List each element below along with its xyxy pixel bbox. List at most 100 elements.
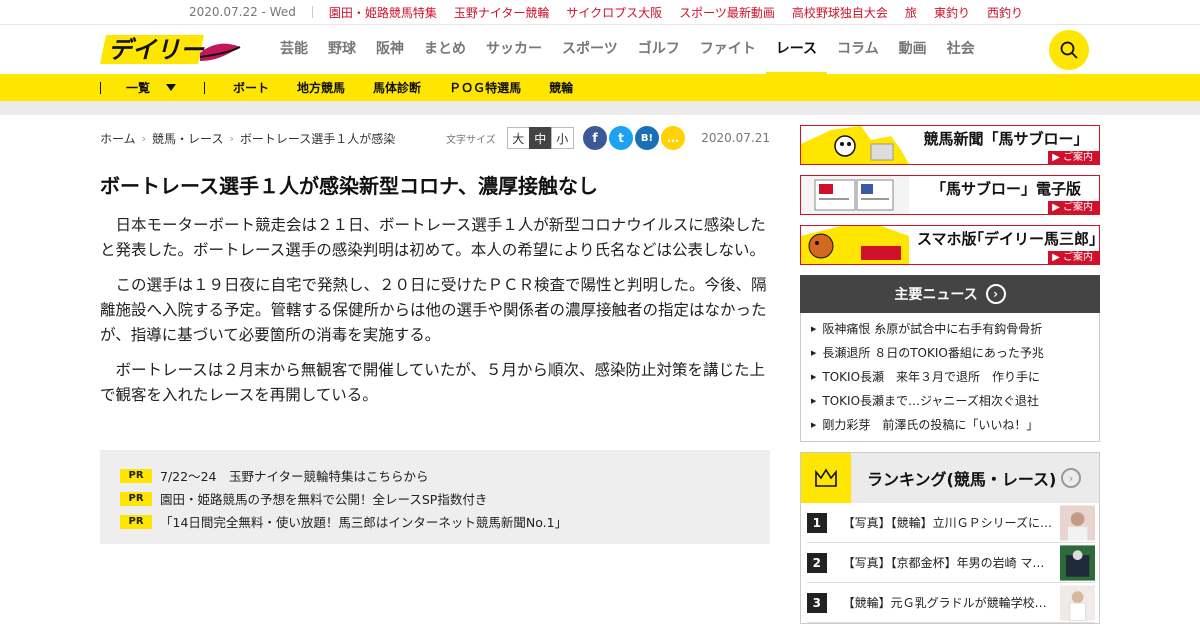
divider xyxy=(100,81,101,94)
pr-box: PR 7/22～24 玉野ナイター競輪特集はこちらから PR 園田・姫路競馬の予… xyxy=(100,450,770,544)
horse-mascot-icon xyxy=(801,126,909,164)
pr-link-text: 園田・姫路競馬の予想を無料で公開！全レースSP指数付き xyxy=(160,492,488,507)
feature-link-east-fishing[interactable]: 東釣り xyxy=(934,4,970,21)
breadcrumb-current: ボートレース選手１人が感染 xyxy=(239,131,396,146)
main-nav: 芸能 野球 阪神 まとめ サッカー スポーツ ゴルフ ファイト レース コラム … xyxy=(270,25,985,75)
news-item[interactable]: 阪神痛恨 糸原が試合中に右手有鈎骨骨折 xyxy=(811,317,1099,341)
article-title: ボートレース選手１人が感染新型コロナ、濃厚接触なし xyxy=(100,174,598,198)
twitter-share-button[interactable]: t xyxy=(609,126,633,150)
ranking-item[interactable]: 2 【写真】【京都金杯】年男の岩崎 マ… xyxy=(807,543,1095,583)
feature-links: 園田・姫路競馬特集 玉野ナイター競輪 サイクロプス大阪 スポーツ最新動画 高校野… xyxy=(329,4,1040,21)
ranking-thumbnail xyxy=(1059,504,1095,541)
banner-cta: ▶ ご案内 xyxy=(1048,201,1099,214)
share-buttons: f t B! … xyxy=(583,125,685,151)
nav-column[interactable]: コラム xyxy=(827,25,889,75)
font-size-switcher: 文字サイズ 大 中 小 xyxy=(446,125,574,151)
chevron-right-icon: › xyxy=(985,284,1006,304)
subnav-all-label: 一覧 xyxy=(126,81,151,95)
ranking-text: 【写真】【競輪】立川ＧＰシリーズに… xyxy=(842,516,1052,530)
nav-baseball[interactable]: 野球 xyxy=(318,25,366,75)
nav-golf[interactable]: ゴルフ xyxy=(628,25,690,75)
news-item[interactable]: 剛力彩芽 前澤氏の投稿に「いいね！」 xyxy=(811,413,1099,437)
article-paragraph: 日本モーターボート競走会は２１日、ボートレース選手１人が新型コロナウイルスに感染… xyxy=(100,216,766,259)
pr-link-text: 「14日間完全無料・使い放題！馬三郎はインターネット競馬新聞No.1」 xyxy=(160,515,568,530)
ranking-heading[interactable]: ランキング(競馬・レース) › xyxy=(801,453,1099,503)
font-size-small[interactable]: 小 xyxy=(550,127,574,149)
feature-link-cyclops[interactable]: サイクロプス大阪 xyxy=(566,4,662,21)
banner-cta: ▶ ご案内 xyxy=(1048,151,1099,164)
subnav-horse-check[interactable]: 馬体診断 xyxy=(373,79,421,96)
news-item[interactable]: 長瀬退所 ８日のTOKIO番組にあった予兆 xyxy=(811,341,1099,365)
major-news-list: 阪神痛恨 糸原が試合中に右手有鈎骨骨折 長瀬退所 ８日のTOKIO番組にあった予… xyxy=(800,313,1100,442)
divider xyxy=(311,6,313,18)
subnav-pog[interactable]: ＰＯＧ特選馬 xyxy=(449,79,521,96)
breadcrumb-home[interactable]: ホーム xyxy=(100,130,136,147)
nav-entertainment[interactable]: 芸能 xyxy=(270,25,318,75)
logo-text: デイリー xyxy=(108,36,205,64)
banner-umasaburo-digital[interactable]: 「馬サブロー」電子版 ▶ ご案内 xyxy=(800,175,1100,215)
ranking-text: 【競輪】元Ｇ乳グラドルが競輪学校合… xyxy=(842,596,1056,610)
nav-matome[interactable]: まとめ xyxy=(414,25,476,75)
sidebar: 競馬新聞「馬サブロー」 ▶ ご案内 「馬サブロー」電子版 ▶ ご案内 スマホ版｢… xyxy=(800,125,1100,624)
sub-nav: 一覧 ボート 地方競馬 馬体診断 ＰＯＧ特選馬 競輪 xyxy=(0,74,1200,101)
ranking-title: ランキング(競馬・レース) xyxy=(867,470,1057,489)
ranking-text: 【写真】【京都金杯】年男の岩崎 マ… xyxy=(842,556,1045,570)
ranking-thumbnail xyxy=(1059,584,1095,621)
chevron-right-icon: › xyxy=(229,131,234,145)
ranking-item[interactable]: 3 【競輪】元Ｇ乳グラドルが競輪学校合… xyxy=(807,583,1095,623)
subnav-all-dropdown[interactable]: 一覧 xyxy=(126,79,177,96)
site-header: デイリー 芸能 野球 阪神 まとめ サッカー スポーツ ゴルフ ファイト レース… xyxy=(0,24,1200,75)
breadcrumb-race[interactable]: 競馬・レース xyxy=(152,130,223,147)
pr-link[interactable]: PR 「14日間完全無料・使い放題！馬三郎はインターネット競馬新聞No.1」 xyxy=(120,510,750,533)
chevron-right-icon: › xyxy=(1061,468,1081,488)
feature-link-video[interactable]: スポーツ最新動画 xyxy=(679,4,775,21)
feature-link-sonoda[interactable]: 園田・姫路競馬特集 xyxy=(329,4,437,21)
article-body: 日本モーターボート競走会は２１日、ボートレース選手１人が新型コロナウイルスに感染… xyxy=(100,213,770,408)
banner-title: スマホ版｢デイリー馬三郎｣ xyxy=(917,230,1097,248)
news-item[interactable]: TOKIO長瀬まで…ジャニーズ相次ぐ退社 xyxy=(811,389,1099,413)
article-paragraph: この選手は１９日夜に自宅で発熱し、２０日に受けたＰＣＲ検査で陽性と判明した。今後… xyxy=(100,276,767,344)
crown-icon xyxy=(801,453,851,503)
today-date: 2020.07.22 - Wed xyxy=(189,5,296,19)
nav-society[interactable]: 社会 xyxy=(937,25,985,75)
pr-link[interactable]: PR 園田・姫路競馬の予想を無料で公開！全レースSP指数付き xyxy=(120,487,750,510)
daily-logo[interactable]: デイリー xyxy=(100,31,242,67)
pr-link-text: 7/22～24 玉野ナイター競輪特集はこちらから xyxy=(160,469,429,484)
banner-cta: ▶ ご案内 xyxy=(1048,251,1099,264)
line-share-button[interactable]: … xyxy=(661,126,685,150)
pr-badge: PR xyxy=(120,514,152,529)
subnav-keirin[interactable]: 競輪 xyxy=(549,79,573,96)
subnav-local-keiba[interactable]: 地方競馬 xyxy=(297,79,345,96)
feature-link-koshien[interactable]: 高校野球独自大会 xyxy=(792,4,888,21)
nav-sports[interactable]: スポーツ xyxy=(552,25,628,75)
nav-fight[interactable]: ファイト xyxy=(690,25,766,75)
major-news-heading[interactable]: 主要ニュース › xyxy=(800,275,1100,313)
banner-smartphone-umasaburo[interactable]: スマホ版｢デイリー馬三郎｣ ▶ ご案内 xyxy=(800,225,1100,265)
search-button[interactable] xyxy=(1049,30,1089,70)
subnav-boat[interactable]: ボート xyxy=(233,79,269,96)
font-size-medium[interactable]: 中 xyxy=(528,127,552,149)
ranking-number: 3 xyxy=(807,592,827,613)
banner-title: 「馬サブロー」電子版 xyxy=(930,180,1081,198)
feature-link-travel[interactable]: 旅 xyxy=(905,4,917,21)
triangle-down-icon xyxy=(166,84,177,91)
pr-link[interactable]: PR 7/22～24 玉野ナイター競輪特集はこちらから xyxy=(120,464,750,487)
feature-link-west-fishing[interactable]: 西釣り xyxy=(987,4,1023,21)
article-paragraph: ボートレースは２月末から無観客で開催していたが、５月から順次、感染防止対策を講じ… xyxy=(100,361,765,404)
ranking-item[interactable]: 1 【写真】【競輪】立川ＧＰシリーズに… xyxy=(807,503,1095,543)
facebook-share-button[interactable]: f xyxy=(583,126,607,150)
search-icon xyxy=(1060,41,1078,59)
ranking-number: 1 xyxy=(807,512,827,533)
nav-race[interactable]: レース xyxy=(765,25,828,75)
nav-hanshin[interactable]: 阪神 xyxy=(366,25,414,75)
font-size-large[interactable]: 大 xyxy=(506,127,530,149)
hatena-share-button[interactable]: B! xyxy=(635,126,659,150)
news-item[interactable]: TOKIO長瀬 来年３月で退所 作り手に xyxy=(811,365,1099,389)
banner-umasaburo-paper[interactable]: 競馬新聞「馬サブロー」 ▶ ご案内 xyxy=(800,125,1100,165)
nav-soccer[interactable]: サッカー xyxy=(476,25,552,75)
pr-badge: PR xyxy=(120,491,152,506)
top-strip: 2020.07.22 - Wed 園田・姫路競馬特集 玉野ナイター競輪 サイクロ… xyxy=(0,0,1200,24)
ranking-thumbnail xyxy=(1059,544,1095,581)
feature-link-tamano[interactable]: 玉野ナイター競輪 xyxy=(454,4,550,21)
nav-video[interactable]: 動画 xyxy=(889,25,937,75)
